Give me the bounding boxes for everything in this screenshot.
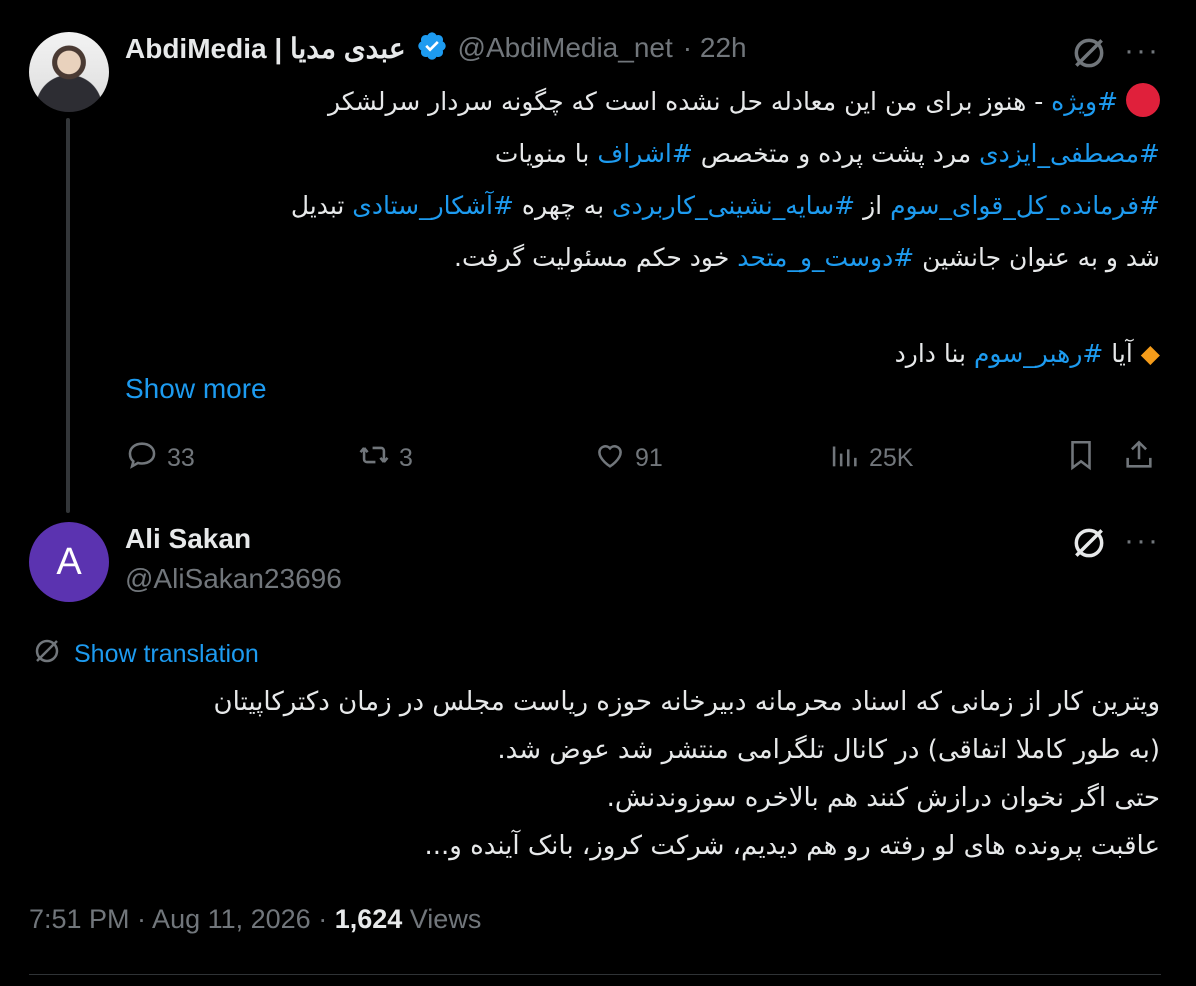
hashtag[interactable]: #دوست_و_متحد: [737, 243, 914, 272]
hashtag[interactable]: #مصطفی_ایزدی: [979, 139, 1160, 168]
like-icon: [593, 438, 627, 479]
avatar-letter: A: [56, 540, 82, 583]
hashtag[interactable]: #اشراف: [597, 139, 693, 168]
tweet-time[interactable]: · 22h: [683, 32, 747, 64]
tweet-text: تبدیل: [290, 191, 353, 220]
show-translation-label: Show translation: [74, 640, 259, 668]
views-label: Views: [402, 904, 482, 934]
tweet-line-1: #ویژه - هنوز برای من این معادله حل نشده …: [120, 76, 1160, 128]
tweet-text: - هنوز برای من این معادله حل نشده است که…: [327, 87, 1052, 116]
grok-icon[interactable]: [1070, 34, 1108, 76]
reply-button[interactable]: 33: [125, 438, 195, 479]
tweet-body: #ویژه - هنوز برای من این معادله حل نشده …: [120, 76, 1160, 380]
reply-author-handle[interactable]: @AliSakan23696: [125, 563, 342, 595]
views-icon: [827, 438, 861, 479]
orange-diamond-icon: ◆: [1140, 339, 1160, 368]
tweet-text: خود حکم مسئولیت گرفت.: [454, 243, 738, 272]
tweet-meta: 7:51 PM · Aug 11, 2026 · 1,624 Views: [29, 904, 481, 935]
author-name[interactable]: AbdiMedia | عبدی مدیا: [125, 32, 406, 65]
hashtag[interactable]: #آشکار_ستادی: [352, 191, 514, 220]
show-translation-link[interactable]: Show translation: [32, 636, 259, 673]
grok-icon[interactable]: [1070, 524, 1108, 566]
share-button[interactable]: [1122, 438, 1156, 479]
tweet-text: شد و به عنوان جانشین: [914, 243, 1160, 272]
author-avatar[interactable]: [29, 32, 109, 112]
author-handle[interactable]: @AbdiMedia_net: [458, 32, 673, 64]
repost-icon: [357, 438, 391, 479]
more-icon[interactable]: ···: [1124, 524, 1160, 558]
tweet-text: مرد پشت پرده و متخصص: [692, 139, 980, 168]
hashtag[interactable]: #رهبر_سوم: [974, 339, 1103, 368]
reply-body: ویترین کار از زمانی که اسناد محرمانه دبی…: [30, 678, 1160, 870]
tweet-text: بنا دارد: [894, 339, 974, 368]
verified-badge-icon: [416, 30, 448, 66]
like-count: 91: [635, 444, 663, 472]
tweet-text: با منویات: [494, 139, 598, 168]
reply-line: (به طور کاملا اتفاقی) در کانال تلگرامی م…: [497, 735, 1160, 765]
tweet-header: AbdiMedia | عبدی مدیا @AbdiMedia_net · 2…: [125, 30, 747, 66]
translate-icon: [32, 636, 62, 673]
timestamp[interactable]: 7:51 PM · Aug 11, 2026 ·: [29, 904, 335, 934]
reply-line: ویترین کار از زمانی که اسناد محرمانه دبی…: [213, 687, 1160, 717]
tweet-text: آیا: [1103, 339, 1133, 368]
tweet-line-4: شد و به عنوان جانشین #دوست_و_متحد خود حک…: [120, 232, 1160, 284]
bookmark-icon: [1064, 438, 1098, 479]
more-icon[interactable]: ···: [1124, 34, 1160, 68]
tweet-line-3: #فرمانده_کل_قوای_سوم از #سایه_نشینی_کارب…: [120, 180, 1160, 232]
divider: [29, 974, 1161, 975]
tweet-line-2: #مصطفی_ایزدی مرد پشت پرده و متخصص #اشراف…: [120, 128, 1160, 180]
hashtag[interactable]: #ویژه: [1051, 87, 1118, 116]
hashtag[interactable]: #سایه_نشینی_کاربردی: [612, 191, 855, 220]
reply-line: حتی اگر نخوان درازش کنند هم بالاخره سوزو…: [606, 783, 1160, 813]
tweet-text: از: [855, 191, 891, 220]
like-button[interactable]: 91: [593, 438, 663, 479]
bookmark-button[interactable]: [1064, 438, 1098, 479]
hashtag[interactable]: #فرمانده_کل_قوای_سوم: [890, 191, 1160, 220]
tweet-line-5: ◆ آیا #رهبر_سوم بنا دارد: [120, 328, 1160, 380]
reply-avatar[interactable]: A: [29, 522, 109, 602]
reply-icon: [125, 438, 159, 479]
show-more-link[interactable]: Show more: [125, 373, 267, 405]
repost-button[interactable]: 3: [357, 438, 413, 479]
repost-count: 3: [399, 444, 413, 472]
red-circle-icon: [1126, 83, 1160, 117]
tweet-text: به چهره: [513, 191, 613, 220]
views-button[interactable]: 25K: [827, 438, 913, 479]
share-icon: [1122, 438, 1156, 479]
views-count: 1,624: [334, 904, 403, 934]
reply-count: 33: [167, 444, 195, 472]
reply-author-name[interactable]: Ali Sakan: [125, 523, 251, 555]
thread-line: [66, 118, 70, 513]
views-count: 25K: [869, 444, 914, 472]
reply-line: عاقبت پرونده های لو رفته رو هم دیدیم، شر…: [424, 831, 1160, 861]
